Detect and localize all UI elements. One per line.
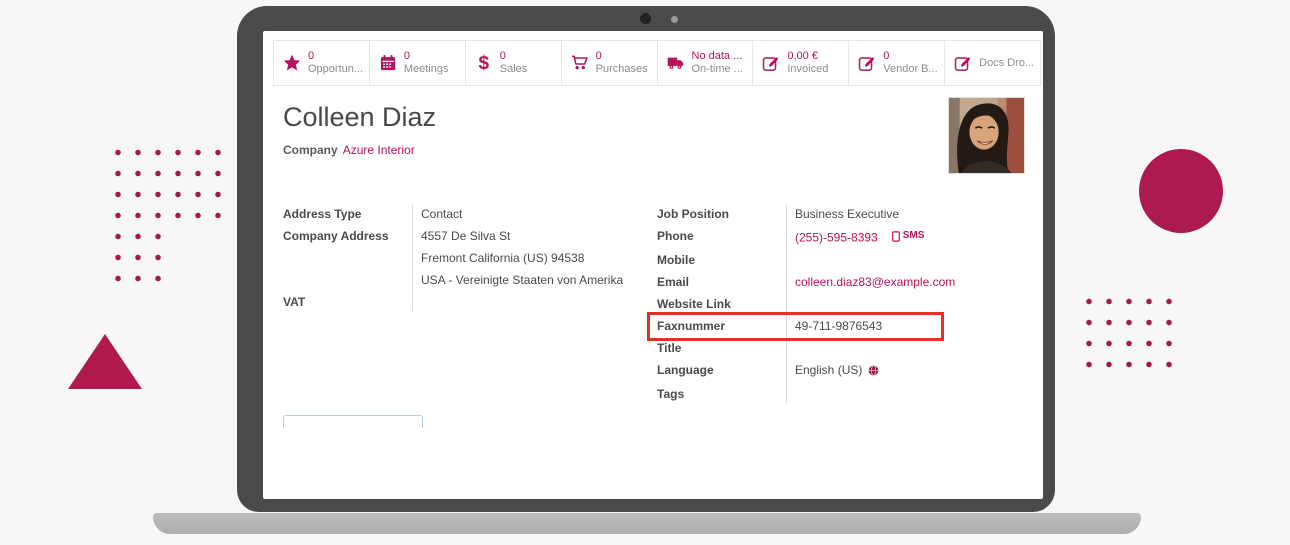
purchases-stat-button[interactable]: 0Purchases [561, 41, 657, 85]
field-row-email: Email colleen.diaz83@example.com [657, 271, 1027, 293]
field-label: Language [657, 359, 786, 381]
company-address-value[interactable]: 4557 De Silva St Fremont California (US)… [412, 225, 641, 291]
docs-dropbox-stat-button[interactable]: Docs Dro... [944, 41, 1040, 85]
field-label: Website Link [657, 293, 786, 315]
company-label: Company [283, 143, 338, 157]
field-group-left: Address Type Contact Company Address 455… [283, 203, 641, 313]
stat-label: Sales [500, 63, 528, 76]
field-label: Title [657, 337, 786, 359]
page: 0Opportun... 0Meetings $ 0Sales 0Purchas… [0, 0, 1290, 545]
dot-grid-left-bottom [108, 226, 168, 289]
field-row-phone: Phone (255)-595-8393 SMS [657, 225, 1027, 249]
stat-value: 0 [308, 50, 362, 63]
webcam-led-icon [671, 16, 678, 23]
field-label: VAT [283, 291, 412, 313]
field-row-company-address: Company Address 4557 De Silva St Fremont… [283, 225, 641, 291]
field-label: Job Position [657, 203, 786, 225]
calendar-icon [377, 53, 399, 73]
sales-stat-button[interactable]: $ 0Sales [465, 41, 561, 85]
stat-value: 0 [596, 50, 648, 63]
stat-label: Purchases [596, 63, 648, 76]
field-label: Faxnummer [657, 315, 786, 337]
laptop-base [153, 513, 1141, 534]
stat-value: No data ... [692, 50, 743, 63]
field-row-website-link: Website Link [657, 293, 1027, 315]
field-row-tags: Tags [657, 383, 1027, 405]
contact-photo[interactable] [948, 97, 1025, 174]
meetings-stat-button[interactable]: 0Meetings [369, 41, 465, 85]
stat-value: 0 [500, 50, 528, 63]
stat-label: Vendor B... [883, 63, 937, 76]
field-row-vat: VAT [283, 291, 641, 313]
stat-value: 0 [404, 50, 449, 63]
phone-link[interactable]: (255)-595-8393 [795, 231, 878, 245]
dot-grid-right [1079, 291, 1179, 375]
job-position-value[interactable]: Business Executive [786, 203, 1027, 225]
email-link[interactable]: colleen.diaz83@example.com [795, 275, 955, 289]
webcam-icon [640, 13, 651, 24]
notebook-tab[interactable] [283, 415, 423, 428]
field-label: Company Address [283, 225, 412, 247]
dollar-icon: $ [473, 54, 495, 73]
address-country: USA - Vereinigte Staaten von Amerika [421, 269, 641, 291]
mobile-phone-icon [892, 231, 900, 242]
language-value[interactable]: English (US) [795, 363, 862, 377]
stat-label: Docs Dro... [979, 57, 1033, 70]
stat-value: 0 [883, 50, 937, 63]
address-city: Fremont California (US) 94538 [421, 247, 641, 269]
dot-grid-left-top [108, 142, 228, 226]
cart-icon [569, 53, 591, 73]
field-row-mobile: Mobile [657, 249, 1027, 271]
field-row-address-type: Address Type Contact [283, 203, 641, 225]
sms-button[interactable]: SMS [892, 225, 925, 247]
vendor-bills-stat-button[interactable]: 0Vendor B... [848, 41, 944, 85]
edit-icon [760, 53, 782, 73]
triangle-decoration [68, 334, 142, 389]
language-cell: English (US) [786, 359, 1027, 383]
field-row-language: Language English (US) [657, 359, 1027, 383]
truck-icon [665, 53, 687, 73]
field-row-faxnummer: Faxnummer 49-711-9876543 [657, 315, 1027, 337]
address-type-value[interactable]: Contact [412, 203, 641, 225]
edit-icon [856, 53, 878, 73]
field-label: Mobile [657, 249, 786, 271]
company-link[interactable]: Azure Interior [343, 143, 415, 157]
field-row-job-position: Job Position Business Executive [657, 203, 1027, 225]
field-group-right: Job Position Business Executive Phone (2… [657, 203, 1027, 405]
stat-label: On-time ... [692, 63, 743, 76]
edit-icon [952, 53, 974, 73]
laptop-screen: 0Opportun... 0Meetings $ 0Sales 0Purchas… [263, 31, 1043, 499]
company-line: Company Azure Interior [283, 143, 415, 157]
star-icon [281, 53, 303, 73]
field-label: Email [657, 271, 786, 293]
stat-label: Opportun... [308, 63, 362, 76]
phone-cell: (255)-595-8393 SMS [786, 225, 1027, 249]
on-time-stat-button[interactable]: No data ...On-time ... [657, 41, 753, 85]
invoiced-stat-button[interactable]: 0,00 €Invoiced [752, 41, 848, 85]
field-label: Tags [657, 383, 786, 405]
circle-decoration [1139, 149, 1223, 233]
globe-icon[interactable] [868, 361, 879, 383]
stat-label: Meetings [404, 63, 449, 76]
faxnummer-value[interactable]: 49-711-9876543 [786, 315, 1027, 337]
email-cell: colleen.diaz83@example.com [786, 271, 1027, 293]
field-label: Address Type [283, 203, 412, 225]
field-label: Phone [657, 225, 786, 247]
stat-value: 0,00 € [787, 50, 828, 63]
opportunities-stat-button[interactable]: 0Opportun... [273, 41, 369, 85]
contact-name: Colleen Diaz [283, 101, 436, 133]
stat-label: Invoiced [787, 63, 828, 76]
sms-label: SMS [903, 225, 925, 247]
field-row-title: Title [657, 337, 1027, 359]
address-street: 4557 De Silva St [421, 225, 641, 247]
stat-button-row: 0Opportun... 0Meetings $ 0Sales 0Purchas… [273, 40, 1041, 86]
